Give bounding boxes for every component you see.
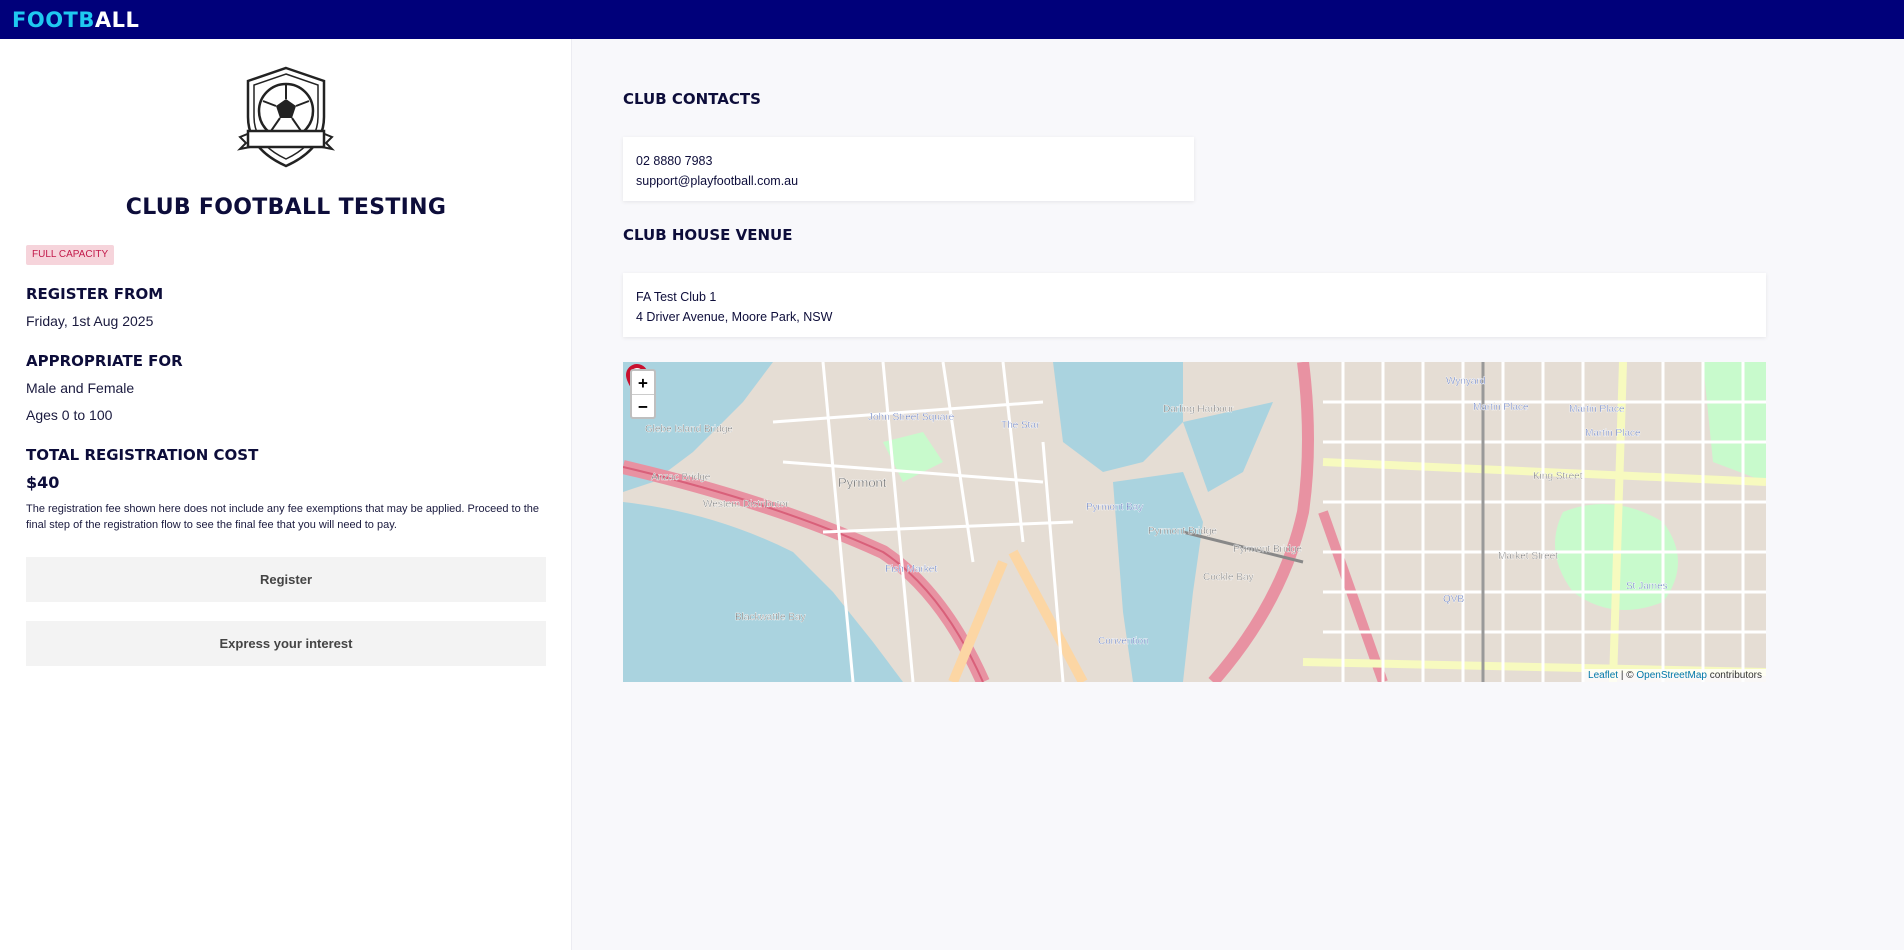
map-label-convention: Convention xyxy=(1098,636,1149,647)
total-cost-heading: TOTAL REGISTRATION COST xyxy=(26,446,259,464)
register-from-heading: REGISTER FROM xyxy=(26,285,164,303)
map-label-western-distributor: Western Distributor xyxy=(703,499,789,510)
total-cost-value: $40 xyxy=(26,473,60,492)
map-label-market-street: Market Street xyxy=(1498,551,1558,562)
map-label-king-street: King Street xyxy=(1533,471,1583,482)
venue-map[interactable]: Glebe Island Bridge Anzac Bridge Pyrmont Py… xyxy=(623,362,1766,682)
register-from-date: Friday, 1st Aug 2025 xyxy=(26,313,154,329)
leaflet-link[interactable]: Leaflet xyxy=(1588,670,1618,681)
top-navbar: FOOTBALL xyxy=(0,0,1904,39)
map-label-darling-harbour: Darling Harbour xyxy=(1163,404,1234,415)
appropriate-for-heading: APPROPRIATE FOR xyxy=(26,352,183,370)
venue-address: 4 Driver Avenue, Moore Park, NSW xyxy=(636,310,833,324)
contacts-card: 02 8880 7983 support@playfootball.com.au xyxy=(623,137,1194,201)
map-label-the-star: The Star xyxy=(1001,420,1040,431)
map-label-martin-place2: Martin Place xyxy=(1569,404,1625,415)
map-label-pyrmont: Pyrmont xyxy=(838,475,887,490)
logo-text-part1: FOOTB xyxy=(12,8,95,32)
map-label-john-street: John Street Square xyxy=(868,412,955,423)
map-label-fish-market: Fish Market xyxy=(885,564,937,575)
full-capacity-badge: FULL CAPACITY xyxy=(26,245,115,265)
ages-text: Ages 0 to 100 xyxy=(26,407,113,423)
gender-text: Male and Female xyxy=(26,380,135,396)
attribution-tail: contributors xyxy=(1706,670,1762,681)
logo-text-part2: ALL xyxy=(94,8,140,32)
venue-name: FA Test Club 1 xyxy=(636,290,717,304)
club-crest-icon xyxy=(236,66,336,168)
map-label-wynyard: Wynyard xyxy=(1446,376,1485,387)
map-label-cockle-bay: Cockle Bay xyxy=(1203,572,1254,583)
map-zoom-control: + − xyxy=(630,369,656,419)
club-house-venue-heading: CLUB HOUSE VENUE xyxy=(623,226,793,244)
venue-card: FA Test Club 1 4 Driver Avenue, Moore Pa… xyxy=(623,273,1766,337)
map-label-pyrmont-bridge: Pyrmont Bridge xyxy=(1148,526,1217,537)
attribution-separator: | © xyxy=(1618,670,1637,681)
openstreetmap-link[interactable]: OpenStreetMap xyxy=(1636,670,1707,681)
map-tiles: Glebe Island Bridge Anzac Bridge Pyrmont Py… xyxy=(623,362,1766,682)
fee-disclaimer: The registration fee shown here does not… xyxy=(26,503,540,531)
zoom-in-button[interactable]: + xyxy=(632,371,654,394)
football-logo[interactable]: FOOTBALL xyxy=(12,8,139,32)
contact-email[interactable]: support@playfootball.com.au xyxy=(636,171,1181,191)
club-contacts-heading: CLUB CONTACTS xyxy=(623,90,761,108)
map-label-pyrmont-bay: Pyrmont Bay xyxy=(1086,502,1143,513)
map-attribution: Leaflet | © OpenStreetMap contributors xyxy=(1584,669,1766,682)
club-info-panel: CLUB FOOTBALL TESTING FULL CAPACITY REGI… xyxy=(0,39,572,950)
map-label-st-james: St James xyxy=(1626,581,1668,592)
map-label-glebe: Glebe Island Bridge xyxy=(645,424,733,435)
contact-phone[interactable]: 02 8880 7983 xyxy=(636,151,1181,171)
register-button[interactable]: Register xyxy=(26,557,546,602)
club-name-title: CLUB FOOTBALL TESTING xyxy=(125,195,447,220)
zoom-out-button[interactable]: − xyxy=(632,394,654,417)
express-interest-button[interactable]: Express your interest xyxy=(26,621,546,666)
map-label-qvb: QVB xyxy=(1443,594,1464,605)
map-label-blackwattle-bay: Blackwattle Bay xyxy=(735,612,806,623)
map-label-pyrmont-bridge2: Pyrmont Bridge xyxy=(1233,544,1302,555)
map-label-martin-place3: Martin Place xyxy=(1585,428,1641,439)
map-label-martin-place: Martin Place xyxy=(1473,402,1529,413)
map-label-anzac: Anzac Bridge xyxy=(651,472,711,483)
